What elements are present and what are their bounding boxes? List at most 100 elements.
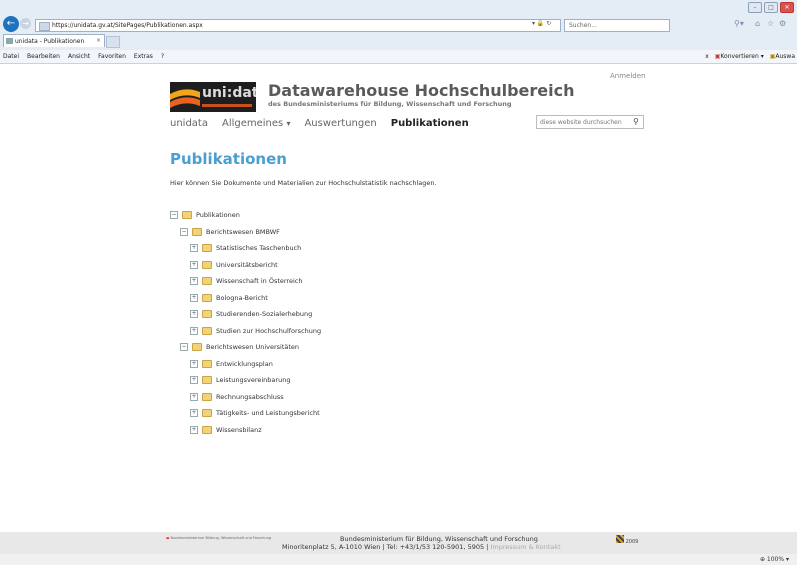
tree-item[interactable]: + Bologna-Bericht bbox=[190, 293, 268, 303]
expand-icon[interactable]: + bbox=[190, 244, 198, 252]
tree-item[interactable]: + Entwicklungsplan bbox=[190, 359, 273, 369]
folder-icon bbox=[202, 277, 212, 285]
menu-extras[interactable]: Extras bbox=[134, 53, 153, 60]
expand-icon[interactable]: + bbox=[190, 409, 198, 417]
expand-icon[interactable]: + bbox=[190, 260, 198, 269]
tree-item[interactable]: + Leistungsvereinbarung bbox=[190, 375, 290, 385]
expand-icon[interactable]: + bbox=[190, 359, 198, 368]
nav-publikationen[interactable]: Publikationen bbox=[391, 118, 469, 129]
intro-text: Hier können Sie Dokumente und Materialie… bbox=[170, 179, 437, 187]
minimize-icon[interactable]: – bbox=[748, 2, 762, 13]
expand-icon[interactable]: + bbox=[190, 326, 198, 335]
tree-item-label[interactable]: Berichtswesen BMBWF bbox=[206, 228, 280, 236]
tree-item[interactable]: + Wissensbilanz bbox=[190, 425, 262, 435]
tree-item-label[interactable]: Universitätsbericht bbox=[216, 261, 278, 269]
menu-favoriten[interactable]: Favoriten bbox=[98, 53, 126, 60]
zoom-level[interactable]: ⊕ 100% ▾ bbox=[760, 556, 789, 563]
tree-item-label[interactable]: Wissenschaft in Österreich bbox=[216, 277, 302, 285]
expand-icon[interactable]: + bbox=[190, 277, 198, 285]
nav-unidata[interactable]: unidata bbox=[170, 118, 208, 129]
tree-item[interactable]: − Publikationen bbox=[170, 210, 240, 220]
gear-icon[interactable]: ⚙ bbox=[779, 19, 786, 28]
new-tab-button[interactable] bbox=[106, 36, 120, 48]
badge-icon bbox=[616, 535, 624, 543]
award-badge: 2009 bbox=[616, 535, 646, 550]
collapse-icon[interactable]: − bbox=[180, 343, 188, 351]
search-icon[interactable]: ⚲▾ bbox=[734, 19, 744, 28]
tab-close-icon[interactable]: × bbox=[96, 37, 101, 44]
footer-address: Minoritenplatz 5, A-1010 Wien | Tel: +43… bbox=[282, 543, 491, 551]
tree-item-label[interactable]: Tätigkeits- und Leistungsbericht bbox=[216, 409, 320, 417]
folder-icon bbox=[202, 359, 212, 368]
tree-item[interactable]: − Berichtswesen BMBWF bbox=[180, 227, 280, 237]
expand-icon[interactable]: + bbox=[190, 293, 198, 302]
site-search-input[interactable]: diese website durchsuchen ⚲ bbox=[536, 115, 644, 129]
tree-item[interactable]: + Studien zur Hochschulforschung bbox=[190, 326, 321, 336]
unidata-logo[interactable]: uni:data bbox=[170, 82, 256, 112]
search-icon[interactable]: ⚲ bbox=[633, 117, 639, 126]
close-icon[interactable]: ✕ bbox=[780, 2, 794, 13]
tree-item-label[interactable]: Rechnungsabschluss bbox=[216, 393, 284, 401]
browser-search-input[interactable]: Suchen... bbox=[564, 19, 670, 32]
tree-item[interactable]: + Studierenden-Sozialerhebung bbox=[190, 309, 312, 319]
forward-icon[interactable]: → bbox=[20, 18, 31, 29]
impressum-link[interactable]: Impressum & Kontakt bbox=[490, 543, 560, 551]
chevron-down-icon: ▾ bbox=[286, 119, 291, 128]
maximize-icon[interactable]: □ bbox=[764, 2, 778, 13]
collapse-icon[interactable]: − bbox=[170, 211, 178, 219]
home-icon[interactable]: ⌂ bbox=[755, 19, 760, 28]
tree-item[interactable]: + Wissenschaft in Österreich bbox=[190, 276, 302, 286]
window-controls: – □ ✕ bbox=[748, 2, 794, 13]
logo-swoosh-icon bbox=[170, 89, 200, 108]
menu-datei[interactable]: Datei bbox=[3, 53, 19, 60]
login-link[interactable]: Anmelden bbox=[610, 72, 645, 80]
folder-icon bbox=[202, 392, 212, 401]
browser-search-placeholder: Suchen... bbox=[569, 22, 597, 29]
konvertieren-button[interactable]: ▣Konvertieren ▾ bbox=[715, 53, 764, 60]
expand-icon[interactable]: + bbox=[190, 425, 198, 434]
tree-item[interactable]: + Rechnungsabschluss bbox=[190, 392, 284, 402]
menu-help[interactable]: ? bbox=[161, 53, 164, 60]
tree-item-label[interactable]: Wissensbilanz bbox=[216, 426, 262, 434]
tree-item-label[interactable]: Studien zur Hochschulforschung bbox=[216, 327, 321, 335]
collapse-icon[interactable]: − bbox=[180, 227, 188, 236]
tree-item-label[interactable]: Statistisches Taschenbuch bbox=[216, 244, 301, 252]
expand-icon[interactable]: + bbox=[190, 376, 198, 384]
expand-icon[interactable]: + bbox=[190, 310, 198, 318]
logo-text: uni:data bbox=[202, 85, 256, 101]
tree-item-label[interactable]: Studierenden-Sozialerhebung bbox=[216, 310, 312, 318]
folder-icon bbox=[202, 244, 212, 252]
nav-allgemeines-label: Allgemeines bbox=[221, 118, 284, 129]
tree-item-label[interactable]: Entwicklungsplan bbox=[216, 360, 273, 368]
browser-tab[interactable]: unidata - Publikationen × bbox=[3, 34, 105, 47]
footer-line1: Bundesministerium für Bildung, Wissensch… bbox=[340, 535, 538, 543]
tree-item-label[interactable]: Bologna-Bericht bbox=[216, 294, 268, 302]
menu-bearbeiten[interactable]: Bearbeiten bbox=[27, 53, 60, 60]
nav-auswertungen[interactable]: Auswertungen bbox=[304, 118, 376, 129]
address-bar[interactable]: https://unidata.gv.at/SitePages/Publikat… bbox=[35, 19, 561, 32]
tree-item-label[interactable]: Publikationen bbox=[196, 211, 240, 219]
tree-item-label[interactable]: Berichtswesen Universitäten bbox=[206, 343, 299, 351]
folder-icon bbox=[202, 425, 212, 434]
austria-flag-icon: ▬ bbox=[166, 536, 170, 540]
back-icon[interactable]: ← bbox=[3, 16, 19, 32]
toolbar-right: x ▣Konvertieren ▾ ▣Auswa bbox=[705, 53, 795, 60]
page-title: Publikationen bbox=[170, 150, 287, 168]
tree-item[interactable]: + Statistisches Taschenbuch bbox=[190, 243, 301, 253]
folder-icon bbox=[182, 211, 192, 219]
expand-icon[interactable]: + bbox=[190, 392, 198, 401]
tree-item[interactable]: + Tätigkeits- und Leistungsbericht bbox=[190, 408, 320, 418]
favorites-icon[interactable]: ☆ bbox=[767, 19, 774, 28]
address-actions[interactable]: ▾ 🔒 ↻ bbox=[532, 20, 551, 27]
zoom-value: 100% bbox=[766, 556, 785, 563]
folder-icon bbox=[202, 293, 212, 302]
tree-item[interactable]: + Universitätsbericht bbox=[190, 260, 278, 270]
tree-item-label[interactable]: Leistungsvereinbarung bbox=[216, 376, 290, 384]
menu-items: Datei Bearbeiten Ansicht Favoriten Extra… bbox=[3, 53, 164, 60]
tree-item[interactable]: − Berichtswesen Universitäten bbox=[180, 342, 299, 352]
toolbar-close[interactable]: x bbox=[705, 53, 709, 60]
menu-ansicht[interactable]: Ansicht bbox=[68, 53, 90, 60]
nav-allgemeines[interactable]: Allgemeines ▾ bbox=[222, 118, 290, 129]
tab-title: unidata - Publikationen bbox=[15, 38, 85, 45]
auswahl-button[interactable]: ▣Auswa bbox=[770, 53, 795, 60]
